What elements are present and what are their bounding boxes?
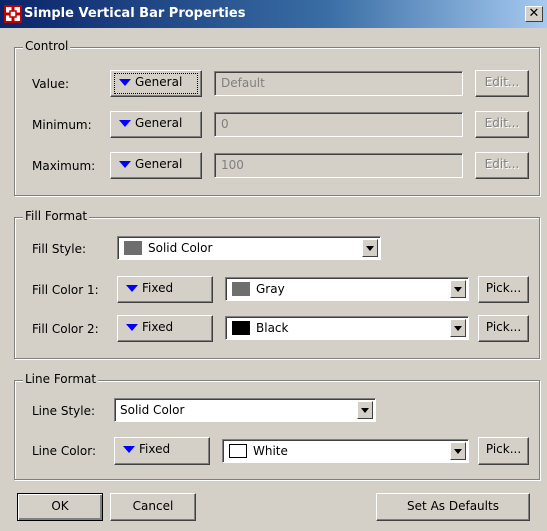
value-field-text: Default [221, 76, 265, 90]
chevron-down-icon [361, 408, 369, 413]
maximum-field-text: 100 [221, 158, 244, 172]
line-color-dropdown-button[interactable] [450, 442, 466, 460]
close-button[interactable]: ✕ [525, 6, 543, 22]
minimum-mode-label: General [135, 116, 183, 130]
value-edit-button[interactable]: Edit... [475, 70, 529, 97]
fill-color-2-value: Black [256, 321, 289, 335]
fill-color-1-select[interactable]: Gray [225, 277, 469, 301]
dropdown-triangle-icon [119, 120, 131, 127]
line-color-pick-label: Pick... [485, 442, 522, 456]
fill-color-2-pick-label: Pick... [485, 320, 522, 334]
fill-color-1-dropdown-button[interactable] [450, 280, 466, 298]
line-color-swatch [229, 444, 247, 458]
value-label: Value: [32, 77, 69, 91]
fill-color-2-label: Fill Color 2: [32, 322, 99, 336]
fill-color-1-swatch [232, 282, 250, 296]
line-style-value: Solid Color [120, 403, 185, 417]
title-bar: Simple Vertical Bar Properties ✕ [0, 0, 547, 28]
minimum-edit-label: Edit... [484, 116, 520, 130]
fill-style-value: Solid Color [148, 241, 213, 255]
line-color-label: Line Color: [32, 444, 96, 458]
maximum-label: Maximum: [32, 159, 96, 173]
line-color-mode-button[interactable]: Fixed [114, 437, 210, 465]
minimum-edit-button[interactable]: Edit... [475, 111, 529, 138]
fill-color-1-mode-button[interactable]: Fixed [117, 276, 213, 303]
fill-color-1-value: Gray [256, 282, 285, 296]
fill-format-group-title: Fill Format [23, 209, 90, 223]
ok-button[interactable]: OK [17, 493, 103, 521]
set-as-defaults-button[interactable]: Set As Defaults [376, 493, 530, 521]
value-mode-button[interactable]: General [110, 70, 202, 97]
fill-color-2-mode-button[interactable]: Fixed [117, 315, 213, 342]
line-color-pick-button[interactable]: Pick... [478, 437, 529, 465]
fill-style-dropdown-button[interactable] [362, 239, 378, 257]
chevron-down-icon [366, 246, 374, 251]
fill-color-2-mode-label: Fixed [142, 320, 174, 334]
control-group-title: Control [23, 39, 71, 53]
fill-color-2-pick-button[interactable]: Pick... [478, 315, 529, 342]
line-style-dropdown-button[interactable] [357, 401, 373, 419]
line-color-value: White [253, 444, 288, 458]
line-color-mode-label: Fixed [139, 442, 171, 456]
dropdown-triangle-icon [126, 324, 138, 331]
fill-color-1-pick-label: Pick... [485, 281, 522, 295]
close-icon: ✕ [528, 6, 540, 21]
window-title: Simple Vertical Bar Properties [24, 6, 246, 21]
line-color-select[interactable]: White [222, 439, 469, 463]
maximum-mode-button[interactable]: General [110, 152, 202, 179]
fill-color-1-mode-label: Fixed [142, 281, 174, 295]
value-field[interactable]: Default [214, 71, 463, 96]
minimum-field[interactable]: 0 [214, 112, 463, 137]
cancel-button[interactable]: Cancel [110, 493, 196, 521]
fill-color-2-select[interactable]: Black [225, 316, 469, 340]
maximum-edit-label: Edit... [484, 157, 520, 171]
line-style-label: Line Style: [32, 404, 96, 418]
fill-color-2-swatch [232, 321, 250, 335]
fill-style-label: Fill Style: [32, 242, 87, 256]
fill-style-swatch [124, 241, 142, 255]
chevron-down-icon [454, 287, 462, 292]
dropdown-triangle-icon [123, 446, 135, 453]
app-icon [4, 5, 22, 23]
focus-ring [114, 73, 198, 94]
minimum-label: Minimum: [32, 118, 92, 132]
line-format-group: Line Format [14, 372, 540, 480]
fill-color-1-pick-button[interactable]: Pick... [478, 276, 529, 303]
maximum-edit-button[interactable]: Edit... [475, 152, 529, 179]
cancel-label: Cancel [132, 499, 174, 513]
dropdown-triangle-icon [119, 161, 131, 168]
minimum-mode-button[interactable]: General [110, 111, 202, 138]
line-format-group-title: Line Format [23, 372, 99, 386]
dropdown-triangle-icon [126, 285, 138, 292]
chevron-down-icon [454, 449, 462, 454]
fill-style-select[interactable]: Solid Color [117, 236, 381, 260]
ok-label: OK [51, 499, 69, 513]
maximum-field[interactable]: 100 [214, 153, 463, 178]
value-edit-label: Edit... [484, 75, 520, 89]
chevron-down-icon [454, 326, 462, 331]
maximum-mode-label: General [135, 157, 183, 171]
line-style-select[interactable]: Solid Color [114, 398, 376, 422]
fill-color-2-dropdown-button[interactable] [450, 319, 466, 337]
minimum-field-text: 0 [221, 117, 229, 131]
set-as-defaults-label: Set As Defaults [407, 499, 499, 513]
fill-color-1-label: Fill Color 1: [32, 283, 99, 297]
